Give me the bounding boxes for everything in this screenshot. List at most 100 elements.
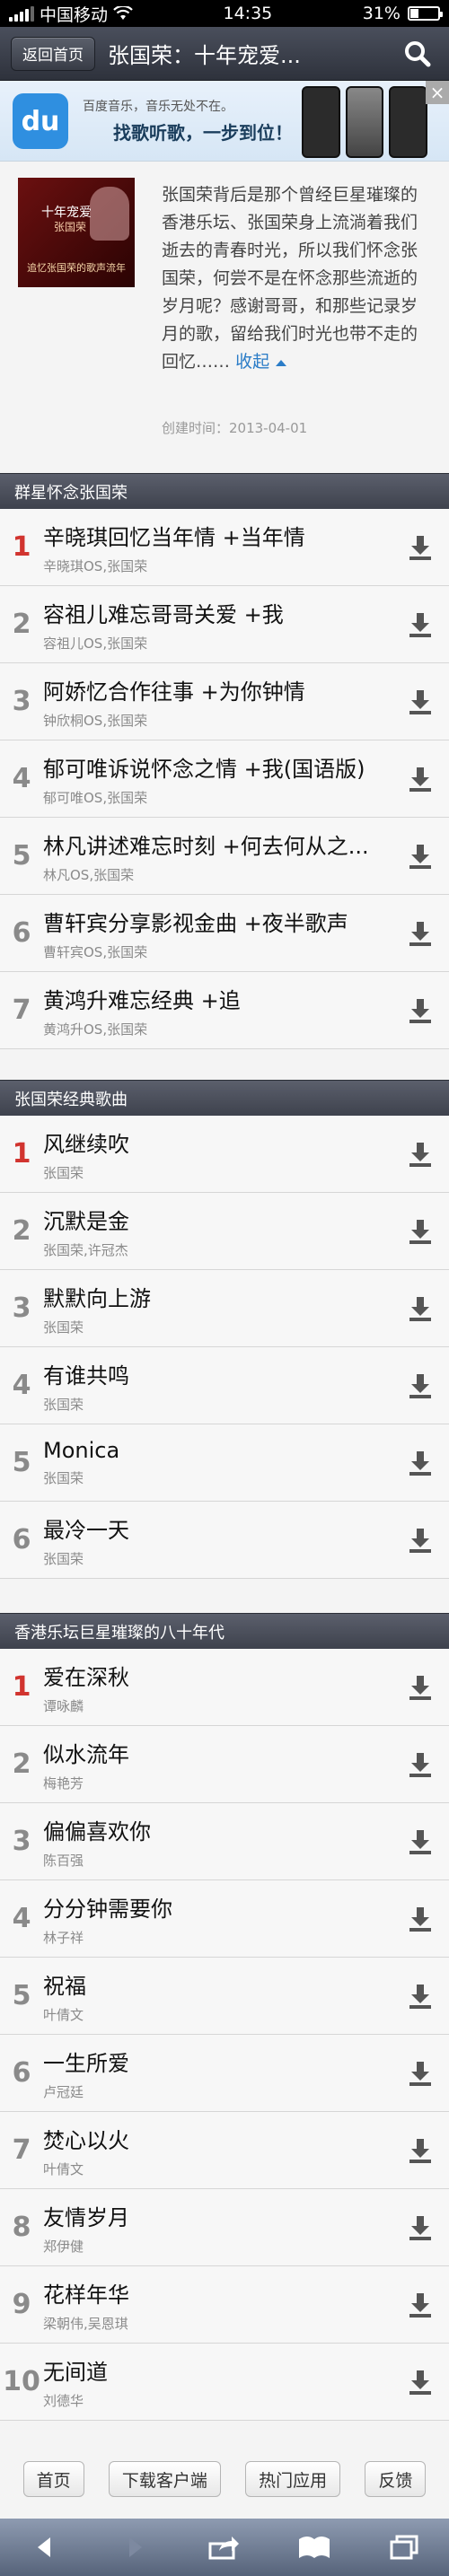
song-row[interactable]: 3 偏偏喜欢你 陈百强 [0,1803,449,1880]
song-title[interactable]: 黄鸿升难忘经典 +追 [43,983,392,1014]
download-button[interactable] [392,663,449,740]
song-title[interactable]: 风继续吹 [43,1126,392,1158]
download-button[interactable] [392,1424,449,1502]
browser-forward-button[interactable] [103,2522,166,2572]
wifi-icon [113,6,133,20]
song-row[interactable]: 9 花样年华 梁朝伟,吴恩琪 [0,2266,449,2344]
song-title[interactable]: 偏偏喜欢你 [43,1814,392,1845]
song-row[interactable]: 8 友情岁月 郑伊健 [0,2189,449,2266]
browser-share-button[interactable] [193,2522,256,2572]
song-artist: 梅艳芳 [43,1774,84,1792]
song-title[interactable]: 郁可唯诉说怀念之情 +我(国语版) [43,751,392,783]
footer-home-button[interactable]: 首页 [22,2461,84,2497]
search-button[interactable] [397,33,438,74]
song-info: 一生所爱 卢冠廷 [43,2046,392,2101]
song-title[interactable]: 容祖儿难忘哥哥关爱 +我 [43,597,392,628]
download-button[interactable] [392,2344,449,2421]
download-icon [409,1829,431,1854]
download-button[interactable] [392,740,449,818]
download-button[interactable] [392,1502,449,1579]
song-row[interactable]: 3 默默向上游 张国荣 [0,1270,449,1347]
song-title[interactable]: Monica [43,1438,392,1463]
browser-tabs-button[interactable] [373,2522,436,2572]
song-row[interactable]: 1 爱在深秋 谭咏麟 [0,1649,449,1726]
song-row[interactable]: 2 似水流年 梅艳芳 [0,1726,449,1803]
download-button[interactable] [392,1649,449,1726]
song-title[interactable]: 花样年华 [43,2277,392,2309]
song-title[interactable]: 一生所爱 [43,2046,392,2077]
download-button[interactable] [392,1958,449,2035]
song-title[interactable]: 辛晓琪回忆当年情 +当年情 [43,520,392,551]
song-title[interactable]: 最冷一天 [43,1512,392,1544]
download-button[interactable] [392,2035,449,2112]
cover-caption: 追忆张国荣的歌声流年 [27,262,126,274]
song-title[interactable]: 分分钟需要你 [43,1891,392,1923]
song-title[interactable]: 有谁共鸣 [43,1358,392,1389]
song-row[interactable]: 2 沉默是金 张国荣,许冠杰 [0,1193,449,1270]
song-title[interactable]: 爱在深秋 [43,1660,392,1691]
song-row[interactable]: 7 黄鸿升难忘经典 +追 黄鸿升OS,张国荣 [0,972,449,1049]
download-button[interactable] [392,2266,449,2344]
song-row[interactable]: 4 有谁共鸣 张国荣 [0,1347,449,1424]
download-button[interactable] [392,509,449,586]
browser-toolbar [0,2519,449,2576]
song-row[interactable]: 4 郁可唯诉说怀念之情 +我(国语版) 郁可唯OS,张国荣 [0,740,449,818]
browser-bookmarks-button[interactable] [283,2522,346,2572]
download-button[interactable] [392,1116,449,1193]
download-button[interactable] [392,1803,449,1880]
song-row[interactable]: 6 曹轩宾分享影视金曲 +夜半歌声 曹轩宾OS,张国荣 [0,895,449,972]
song-title[interactable]: 阿娇忆合作往事 +为你钟情 [43,674,392,705]
song-title[interactable]: 友情岁月 [43,2200,392,2231]
collapse-link[interactable]: 收起 [235,352,287,372]
song-row[interactable]: 1 风继续吹 张国荣 [0,1116,449,1193]
download-button[interactable] [392,895,449,972]
song-info: 似水流年 梅艳芳 [43,1737,392,1792]
app-download-banner[interactable]: du 百度音乐，音乐无处不在。 找歌听歌，一步到位！ × [0,81,449,162]
song-row[interactable]: 5 祝福 叶倩文 [0,1958,449,2035]
download-button[interactable] [392,1270,449,1347]
download-button[interactable] [392,1726,449,1803]
song-artist: 谭咏麟 [43,1697,84,1714]
song-title[interactable]: 祝福 [43,1968,392,2000]
song-artist: 张国荣,许冠杰 [43,1241,128,1258]
back-to-home-button[interactable]: 返回首页 [11,36,95,71]
download-button[interactable] [392,972,449,1049]
song-rank: 4 [12,763,31,794]
song-info: 分分钟需要你 林子祥 [43,1891,392,1947]
song-row[interactable]: 6 一生所爱 卢冠廷 [0,2035,449,2112]
song-title[interactable]: 焚心以火 [43,2123,392,2154]
song-row[interactable]: 7 焚心以火 叶倩文 [0,2112,449,2189]
song-row[interactable]: 6 最冷一天 张国荣 [0,1502,449,1579]
footer-download-client-button[interactable]: 下载客户端 [108,2461,221,2497]
song-row[interactable]: 5 Monica 张国荣 [0,1424,449,1502]
download-button[interactable] [392,2189,449,2266]
song-title[interactable]: 似水流年 [43,1737,392,1768]
song-title[interactable]: 林凡讲述难忘时刻 +何去何从之... [43,828,392,860]
footer-feedback-button[interactable]: 反馈 [365,2461,427,2497]
song-row[interactable]: 2 容祖儿难忘哥哥关爱 +我 容祖儿OS,张国荣 [0,586,449,663]
song-artist: 陈百强 [43,1852,84,1869]
browser-back-button[interactable] [13,2522,76,2572]
song-row[interactable]: 1 辛晓琪回忆当年情 +当年情 辛晓琪OS,张国荣 [0,509,449,586]
download-button[interactable] [392,2112,449,2189]
song-row[interactable]: 3 阿娇忆合作往事 +为你钟情 钟欣桐OS,张国荣 [0,663,449,740]
book-icon [299,2537,330,2558]
song-artist: 容祖儿OS,张国荣 [43,635,148,652]
song-title[interactable]: 沉默是金 [43,1204,392,1235]
phone-screenshots [302,86,428,158]
song-row[interactable]: 5 林凡讲述难忘时刻 +何去何从之... 林凡OS,张国荣 [0,818,449,895]
close-banner-button[interactable]: × [426,81,449,104]
download-button[interactable] [392,586,449,663]
download-icon [409,1528,431,1553]
song-row[interactable]: 4 分分钟需要你 林子祥 [0,1880,449,1958]
song-row[interactable]: 10 无间道 刘德华 [0,2344,449,2421]
song-rank: 9 [12,2289,31,2320]
song-title[interactable]: 默默向上游 [43,1281,392,1312]
download-button[interactable] [392,1880,449,1958]
download-button[interactable] [392,1193,449,1270]
download-button[interactable] [392,818,449,895]
footer-hot-apps-button[interactable]: 热门应用 [245,2461,341,2497]
song-title[interactable]: 无间道 [43,2354,392,2386]
song-title[interactable]: 曹轩宾分享影视金曲 +夜半歌声 [43,906,392,937]
download-button[interactable] [392,1347,449,1424]
